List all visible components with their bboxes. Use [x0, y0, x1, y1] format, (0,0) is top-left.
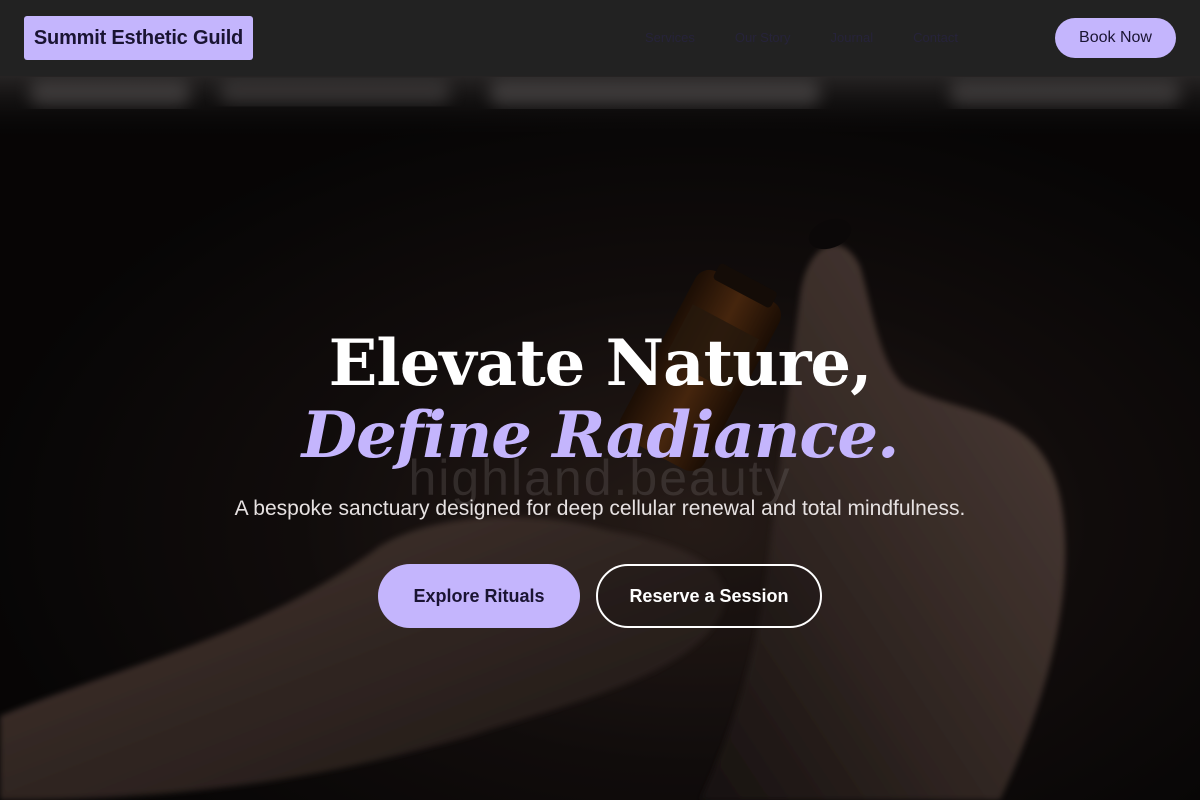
hero-tagline: A bespoke sanctuary designed for deep ce…: [234, 497, 966, 520]
explore-rituals-button[interactable]: Explore Rituals: [378, 564, 580, 628]
nav-link-services[interactable]: Services: [645, 30, 695, 45]
hero-title-line2: Define Radiance.: [301, 398, 900, 473]
nav-link-our-story[interactable]: Our Story: [735, 30, 791, 45]
hero-title-line1: Elevate Nature,: [328, 326, 873, 401]
nav-link-contact[interactable]: Contact: [913, 30, 958, 45]
site-header: Summit Esthetic Guild Services Our Story…: [0, 0, 1200, 76]
reserve-session-button[interactable]: Reserve a Session: [596, 564, 822, 628]
nav-link-journal[interactable]: Journal: [830, 30, 873, 45]
brand-logo[interactable]: Summit Esthetic Guild: [24, 16, 253, 60]
main-nav: Services Our Story Journal Contact: [645, 30, 958, 45]
book-now-button[interactable]: Book Now: [1055, 18, 1176, 58]
